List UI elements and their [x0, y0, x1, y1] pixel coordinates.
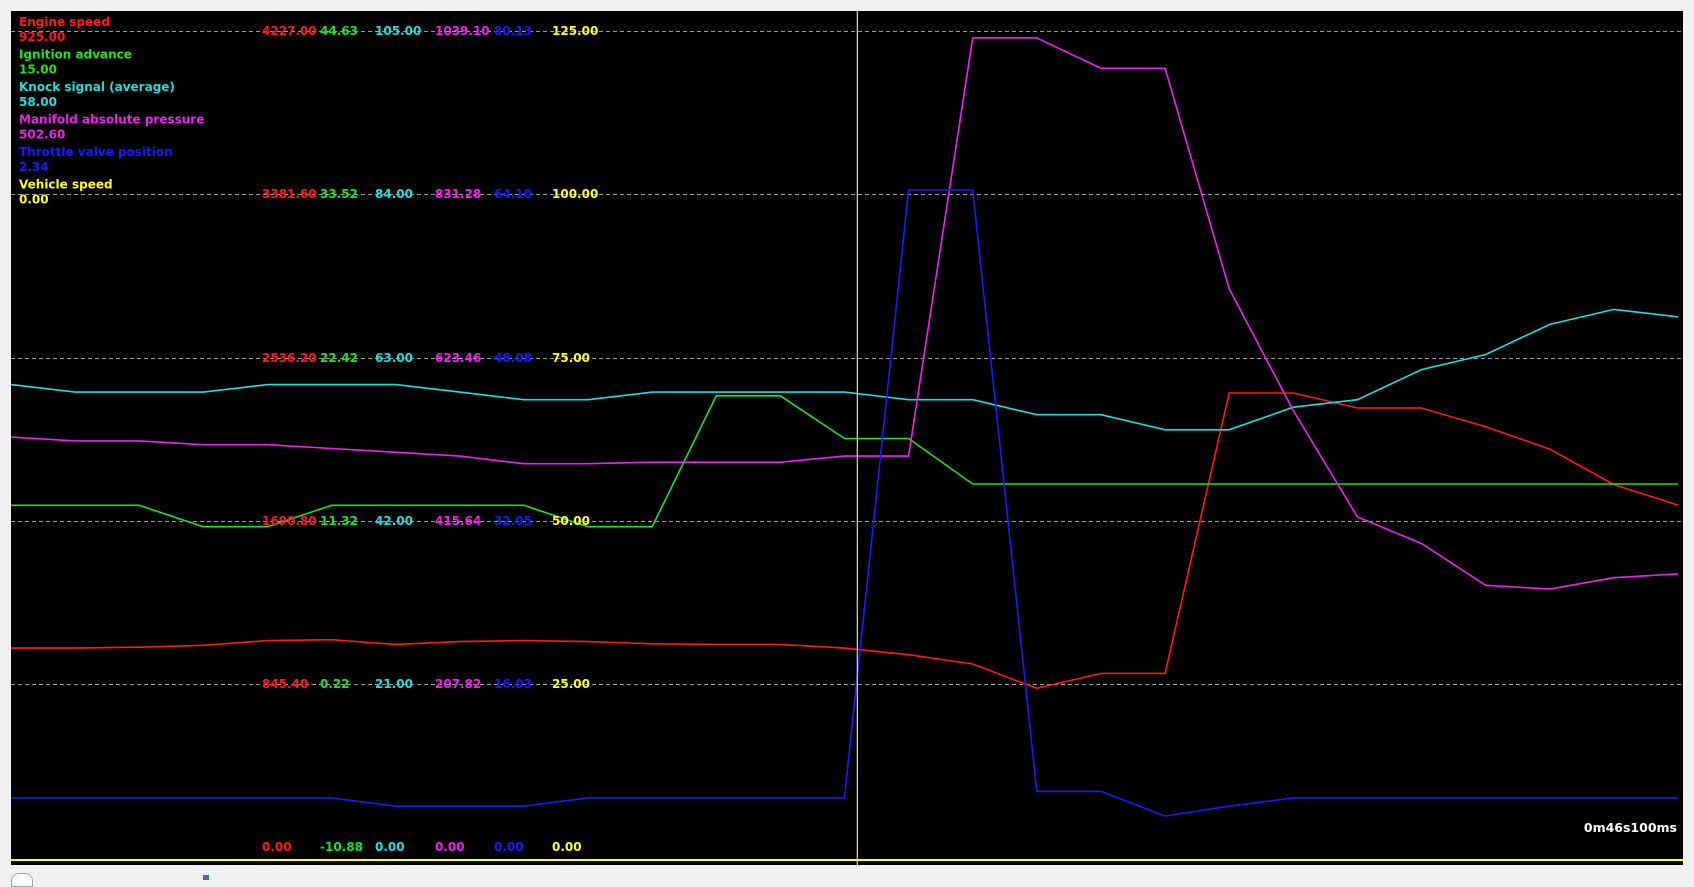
tick-label-1-3: 22.42	[320, 351, 358, 365]
cursor-time-label: 0m46s100ms	[1584, 820, 1677, 835]
status-bar	[0, 865, 1694, 880]
tick-label-5-2: 50.00	[552, 514, 590, 528]
legend-name-3: Manifold absolute pressure	[19, 113, 204, 127]
tick-label-1-4: 33.52	[320, 187, 358, 201]
legend-value-4: 2.34	[19, 160, 49, 174]
tick-label-5-4: 100.00	[552, 187, 598, 201]
legend: Engine speed925.00 Ignition advance15.00 K…	[19, 15, 204, 207]
tick-label-3-1: 207.82	[435, 677, 481, 691]
tick-label-0-3: 2536.20	[262, 351, 317, 365]
scroll-button[interactable]	[11, 873, 33, 887]
series-line-manifold-absolute-pressure	[11, 37, 1679, 590]
tick-label-2-1: 21.00	[375, 677, 413, 691]
legend-value-3: 502.60	[19, 128, 65, 142]
tick-label-3-2: 415.64	[435, 514, 481, 528]
series-line-engine-speed	[11, 392, 1679, 690]
chart-plot-area[interactable]: 0.00 845.40 1690.80 2536.20 3381.60 4227.00 -1…	[11, 11, 1683, 865]
legend-value-2: 58.00	[19, 95, 57, 109]
tick-label-1-5: 44.63	[320, 24, 358, 38]
tick-label-3-0: 0.00	[435, 840, 465, 854]
tick-label-4-3: 48.08	[494, 351, 532, 365]
legend-name-0: Engine speed	[19, 15, 110, 29]
tick-label-1-2: 11.32	[320, 514, 358, 528]
tick-label-3-3: 623.46	[435, 351, 481, 365]
tick-label-5-0: 0.00	[552, 840, 582, 854]
legend-value-0: 925.00	[19, 30, 65, 44]
series-lines	[11, 37, 1679, 861]
legend-name-5: Vehicle speed	[19, 178, 113, 192]
tick-label-0-0: 0.00	[262, 840, 292, 854]
tick-label-0-2: 1690.80	[262, 514, 317, 528]
tick-label-2-3: 63.00	[375, 351, 413, 365]
tick-label-4-2: 32.05	[494, 514, 532, 528]
tick-label-2-0: 0.00	[375, 840, 405, 854]
tick-label-5-3: 75.00	[552, 351, 590, 365]
tick-label-1-0: -10.88	[320, 840, 363, 854]
tick-label-1-1: 0.22	[320, 677, 350, 691]
tick-label-4-5: 80.13	[494, 24, 532, 38]
series-line-knock-signal-average-	[11, 308, 1679, 431]
tick-label-5-5: 125.00	[552, 24, 598, 38]
series-line-throttle-valve-position	[11, 189, 1678, 817]
tick-label-2-4: 84.00	[375, 187, 413, 201]
tick-label-0-4: 3381.60	[262, 187, 317, 201]
tick-label-5-1: 25.00	[552, 677, 590, 691]
tick-label-4-1: 16.03	[494, 677, 532, 691]
tick-label-3-5: 1039.10	[435, 24, 490, 38]
tick-label-0-1: 845.40	[262, 677, 308, 691]
tick-label-2-2: 42.00	[375, 514, 413, 528]
tick-label-3-4: 831.28	[435, 187, 481, 201]
legend-name-4: Throttle valve position	[19, 145, 173, 159]
tick-label-4-0: 0.00	[494, 840, 524, 854]
series-line-ignition-advance	[11, 394, 1678, 528]
gridlines	[11, 31, 1683, 861]
tick-labels: 0.00 845.40 1690.80 2536.20 3381.60 4227.00 -1…	[262, 24, 598, 854]
tick-label-2-5: 105.00	[375, 24, 421, 38]
scroll-thumb[interactable]	[203, 875, 209, 880]
tick-label-4-4: 64.10	[494, 187, 532, 201]
legend-name-2: Knock signal (average)	[19, 80, 175, 94]
tick-label-0-5: 4227.00	[262, 24, 317, 38]
chart-svg: 0.00 845.40 1690.80 2536.20 3381.60 4227.00 -1…	[11, 11, 1683, 865]
legend-name-1: Ignition advance	[19, 48, 132, 62]
legend-value-1: 15.00	[19, 63, 57, 77]
legend-value-5: 0.00	[19, 193, 49, 207]
